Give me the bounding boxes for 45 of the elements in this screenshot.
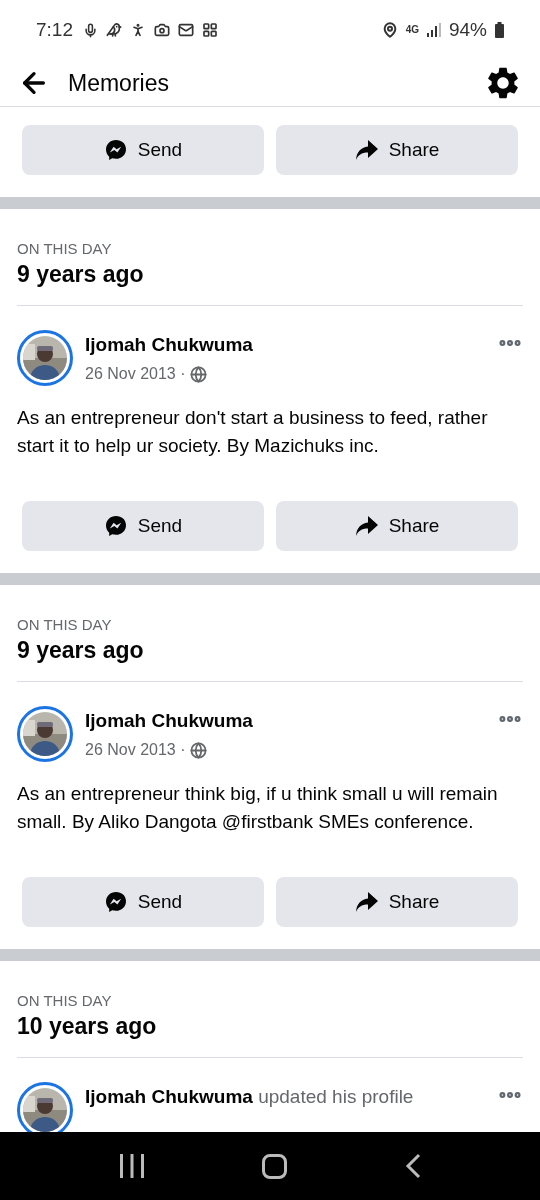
years-ago-heading: 10 years ago xyxy=(17,1012,158,1041)
bird-icon xyxy=(106,22,122,38)
share-button[interactable]: Share xyxy=(276,501,518,551)
globe-icon xyxy=(189,365,207,383)
figure-icon xyxy=(130,22,146,38)
globe-icon xyxy=(189,741,207,759)
post-author-line: Ijomah Chukwuma xyxy=(85,709,254,733)
location-icon xyxy=(381,22,398,38)
messenger-icon xyxy=(103,138,128,162)
battery-percent: 94% xyxy=(448,17,487,42)
post-date: 26 Nov 2013 · xyxy=(85,364,186,384)
signal-icon xyxy=(426,23,441,37)
share-button[interactable]: Share xyxy=(276,125,518,175)
send-button[interactable]: Send xyxy=(22,501,264,551)
years-ago-heading: 9 years ago xyxy=(17,636,145,665)
avatar-ring[interactable] xyxy=(17,330,73,386)
post-author-line: Ijomah Chukwuma xyxy=(85,333,254,357)
post-author-line: Ijomah Chukwuma updated his profile xyxy=(85,1085,415,1109)
share-arrow-icon xyxy=(354,515,379,537)
mail-icon xyxy=(178,22,194,38)
clock: 7:12 xyxy=(36,17,73,42)
years-ago-heading: 9 years ago xyxy=(17,260,145,289)
avatar-ring[interactable] xyxy=(17,706,73,762)
send-button[interactable]: Send xyxy=(22,125,264,175)
share-button[interactable]: Share xyxy=(276,877,518,927)
post-text: As an entrepreneur don't start a business to feed, rather start it to help ur society. By Mazichuks inc. xyxy=(16,406,489,458)
mic-icon xyxy=(83,22,98,38)
recent-apps-icon[interactable] xyxy=(118,1154,145,1178)
share-arrow-icon xyxy=(354,891,379,913)
page-title: Memories xyxy=(68,68,169,98)
share-arrow-icon xyxy=(354,139,379,161)
home-button[interactable] xyxy=(262,1153,288,1179)
grid-icon xyxy=(202,22,218,38)
camera-icon xyxy=(154,22,170,38)
post-text: As an entrepreneur think big, if u think small u will remain small. By Aliko Dangota @firstbank SMEs conference. xyxy=(16,782,499,834)
battery-icon xyxy=(495,22,504,38)
section-label: ON THIS DAY xyxy=(17,991,113,1011)
section-label: ON THIS DAY xyxy=(17,239,113,259)
messenger-icon xyxy=(103,514,128,538)
messenger-icon xyxy=(103,890,128,914)
network-type: 4G xyxy=(405,25,419,35)
post-date: 26 Nov 2013 · xyxy=(85,740,186,760)
send-button[interactable]: Send xyxy=(22,877,264,927)
back-nav-icon[interactable] xyxy=(405,1153,422,1179)
section-label: ON THIS DAY xyxy=(17,615,113,635)
